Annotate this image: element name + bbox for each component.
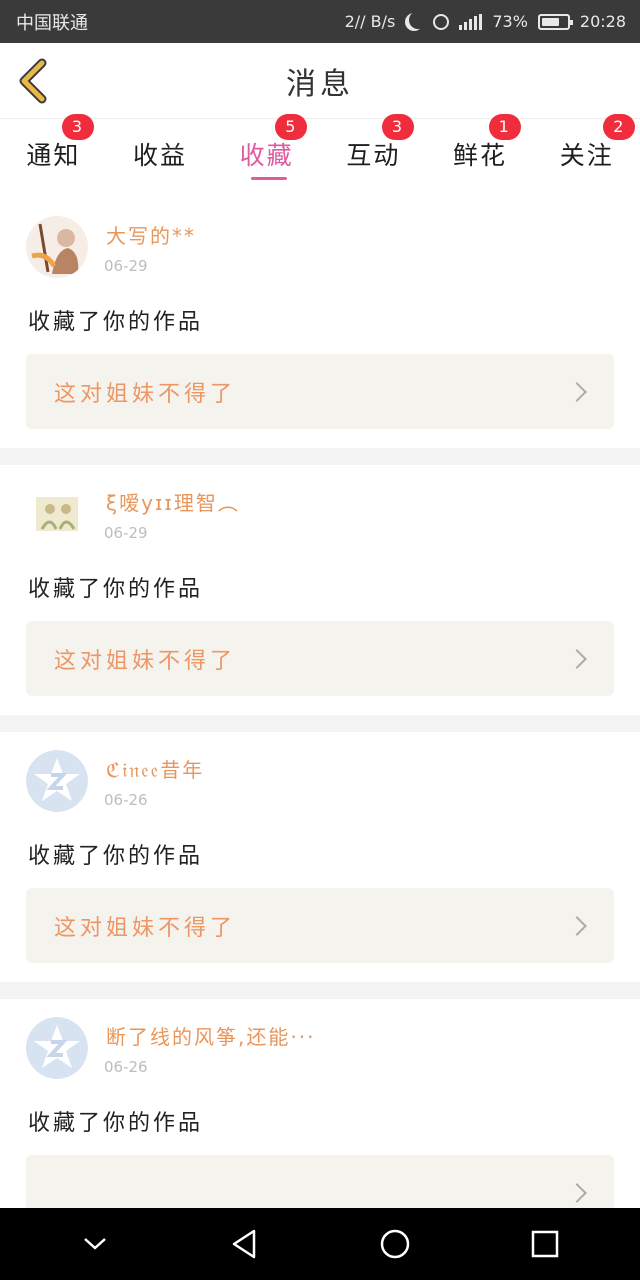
item-date: 06-26: [104, 1058, 148, 1076]
avatar[interactable]: [26, 216, 88, 278]
circle-home-icon: [380, 1229, 410, 1259]
chevron-right-icon: [567, 648, 587, 669]
feed-item: 大写的** 06-29 收藏了你的作品这对姐妹不得了: [0, 198, 640, 448]
tab-label: 鲜花: [453, 141, 508, 170]
action-text: 收藏了你的作品: [28, 844, 204, 869]
tab-label: 通知: [26, 141, 81, 170]
avatar[interactable]: [26, 750, 88, 812]
favorites-feed: 大写的** 06-29 收藏了你的作品 这对姐妹不得了 ξ嗳yɪɪ理智︵ 06-29 收藏了…: [0, 198, 640, 1249]
chevron-right-icon: [567, 1182, 587, 1203]
triangle-back-icon: [232, 1229, 256, 1259]
nav-hide-button[interactable]: [65, 1214, 125, 1274]
divider: [0, 715, 640, 732]
status-bar: 中国联通 2// B/s 73% 20:28: [0, 0, 640, 43]
nav-home-button[interactable]: [365, 1214, 425, 1274]
battery-percent: 73%: [492, 12, 528, 31]
tab-badge: 3: [62, 114, 94, 140]
tab-0[interactable]: 通知 3: [0, 114, 107, 198]
item-date: 06-29: [104, 257, 148, 275]
tab-3[interactable]: 互动 3: [320, 114, 427, 198]
divider: [0, 448, 640, 465]
tab-5[interactable]: 关注 2: [533, 114, 640, 198]
tab-label: 关注: [559, 141, 614, 170]
tab-4[interactable]: 鲜花 1: [427, 114, 534, 198]
message-tabs: 通知 3 收益 收藏 5 互动 3 鲜花 1 关注 2: [0, 114, 640, 198]
chevron-right-icon: [567, 381, 587, 402]
action-text: 收藏了你的作品: [28, 577, 204, 602]
net-speed: 2// B/s: [344, 12, 396, 31]
work-title: 这对姐妹不得了: [54, 915, 237, 941]
action-text: 收藏了你的作品: [28, 310, 204, 335]
signal-icon: [459, 13, 483, 30]
tab-badge: 1: [488, 114, 521, 140]
page-title: 消息: [286, 66, 354, 102]
work-link[interactable]: 这对姐妹不得了: [26, 888, 614, 963]
tab-label: 互动: [346, 141, 401, 170]
divider: [0, 982, 640, 999]
battery-icon: [537, 13, 573, 30]
page-header: 消息: [0, 43, 640, 119]
chevron-left-icon: [19, 58, 47, 104]
nav-back-button[interactable]: [215, 1214, 275, 1274]
item-date: 06-29: [104, 524, 148, 542]
work-link[interactable]: 这对姐妹不得了: [26, 354, 614, 429]
nav-recents-button[interactable]: [515, 1214, 575, 1274]
feed-item: ξ嗳yɪɪ理智︵ 06-29 收藏了你的作品这对姐妹不得了: [0, 465, 640, 715]
work-title: 这对姐妹不得了: [54, 648, 237, 674]
tab-1[interactable]: 收益: [107, 120, 214, 198]
tab-badge: 3: [382, 114, 415, 140]
tab-label: 收益: [133, 141, 188, 170]
user-name[interactable]: ℭ𝔦𝔫𝔢𝔢昔年: [106, 754, 204, 783]
user-name[interactable]: 断了线的风筝,还能···: [106, 1021, 315, 1050]
alarm-icon: [433, 13, 450, 30]
clock: 20:28: [579, 12, 626, 31]
action-text: 收藏了你的作品: [28, 1111, 204, 1136]
item-date: 06-26: [104, 791, 148, 809]
chevron-down-icon: [84, 1238, 106, 1250]
moon-icon: [409, 11, 427, 29]
user-name[interactable]: 大写的**: [106, 220, 196, 249]
avatar[interactable]: [26, 1017, 88, 1079]
carrier-label: 中国联通: [16, 12, 88, 34]
square-recents-icon: [531, 1230, 559, 1258]
work-title: 这对姐妹不得了: [54, 381, 237, 407]
user-name[interactable]: ξ嗳yɪɪ理智︵: [106, 487, 240, 516]
tab-label: 收藏: [239, 141, 294, 170]
tab-badge: 2: [603, 114, 636, 140]
active-tab-indicator: [250, 177, 287, 180]
work-link[interactable]: 这对姐妹不得了: [26, 621, 614, 696]
tab-badge: 5: [275, 114, 308, 140]
chevron-right-icon: [567, 915, 587, 936]
tab-2[interactable]: 收藏 5: [213, 114, 320, 198]
back-button[interactable]: [14, 57, 54, 105]
system-nav-bar: [0, 1208, 640, 1280]
feed-item: ℭ𝔦𝔫𝔢𝔢昔年 06-26 收藏了你的作品这对姐妹不得了: [0, 732, 640, 982]
avatar[interactable]: [26, 483, 88, 545]
